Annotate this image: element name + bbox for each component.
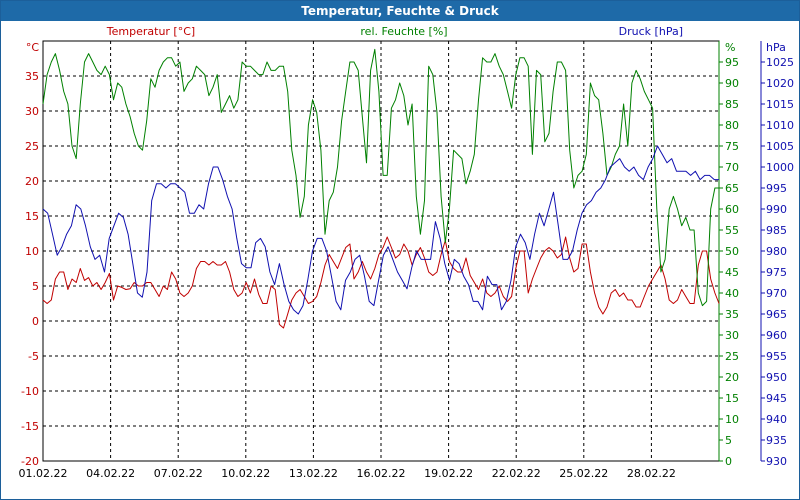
- y-right2-tick-label: 1000: [766, 161, 794, 174]
- x-tick-label: 22.02.22: [492, 467, 541, 480]
- y-left-unit: °C: [26, 41, 40, 54]
- y-right2-tick-label: 965: [766, 308, 787, 321]
- y-left-tick-label: -5: [28, 350, 39, 363]
- y-right1-tick-label: 0: [725, 455, 732, 468]
- y-right1-tick-label: 5: [725, 434, 732, 447]
- y-right1-tick-label: 55: [725, 224, 739, 237]
- y-right1-unit: %: [725, 41, 735, 54]
- y-right1-tick-label: 50: [725, 245, 739, 258]
- y-right2-tick-label: 980: [766, 245, 787, 258]
- y-right2-tick-label: 960: [766, 329, 787, 342]
- y-left-tick-label: -15: [21, 420, 39, 433]
- y-left-tick-label: 5: [32, 280, 39, 293]
- y-right1-axis-label: rel. Feuchte [%]: [360, 25, 447, 38]
- y-right2-tick-label: 995: [766, 182, 787, 195]
- y-left-tick-label: 20: [25, 175, 39, 188]
- x-tick-label: 16.02.22: [357, 467, 406, 480]
- y-right2-tick-label: 1020: [766, 77, 794, 90]
- y-right1-tick-label: 60: [725, 203, 739, 216]
- y-left-tick-label: 15: [25, 210, 39, 223]
- y-right2-tick-label: 935: [766, 434, 787, 447]
- x-tick-label: 10.02.22: [221, 467, 270, 480]
- y-left-tick-label: 25: [25, 140, 39, 153]
- x-tick-label: 04.02.22: [86, 467, 135, 480]
- y-right2-tick-label: 945: [766, 392, 787, 405]
- y-left-tick-label: -20: [21, 455, 39, 468]
- y-right2-tick-label: 1025: [766, 56, 794, 69]
- y-right1-tick-label: 40: [725, 287, 739, 300]
- y-right1-tick-label: 75: [725, 140, 739, 153]
- chart-frame: Temperatur, Feuchte & Druck 01.02.22 04.0…: [0, 0, 800, 500]
- y-right1-tick-label: 90: [725, 77, 739, 90]
- x-tick-label: 19.02.22: [424, 467, 473, 480]
- y-right1-tick-label: 95: [725, 56, 739, 69]
- y-left-axis-label: Temperatur [°C]: [106, 25, 195, 38]
- x-tick-label: 28.02.22: [627, 467, 676, 480]
- y-right2-tick-label: 990: [766, 203, 787, 216]
- y-right1-tick-label: 35: [725, 308, 739, 321]
- y-right2-tick-label: 930: [766, 455, 787, 468]
- y-right2-tick-label: 950: [766, 371, 787, 384]
- y-right2-tick-label: 970: [766, 287, 787, 300]
- x-tick-label: 25.02.22: [559, 467, 608, 480]
- y-right1-tick-label: 80: [725, 119, 739, 132]
- y-right1-tick-label: 25: [725, 350, 739, 363]
- y-right1-tick-label: 85: [725, 98, 739, 111]
- y-right1-tick-label: 10: [725, 413, 739, 426]
- y-right2-tick-label: 940: [766, 413, 787, 426]
- y-right1-tick-label: 45: [725, 266, 739, 279]
- y-right2-tick-label: 985: [766, 224, 787, 237]
- y-right1-tick-label: 65: [725, 182, 739, 195]
- y-right1-tick-label: 30: [725, 329, 739, 342]
- y-right1-tick-label: 15: [725, 392, 739, 405]
- y-right2-tick-label: 955: [766, 350, 787, 363]
- x-tick-label: 07.02.22: [154, 467, 203, 480]
- y-right2-tick-label: 1010: [766, 119, 794, 132]
- y-left-tick-label: 30: [25, 105, 39, 118]
- y-right2-tick-label: 1005: [766, 140, 794, 153]
- y-left-tick-label: -10: [21, 385, 39, 398]
- x-tick-label: 01.02.22: [19, 467, 68, 480]
- y-left-tick-label: 35: [25, 70, 39, 83]
- y-left-tick-label: 10: [25, 245, 39, 258]
- x-tick-label: 13.02.22: [289, 467, 338, 480]
- chart-canvas: 01.02.22 04.02.22 07.02.22 10.02.22 13.02.22…: [19, 25, 794, 480]
- y-right2-unit: hPa: [766, 41, 786, 54]
- y-left-tick-label: 0: [32, 315, 39, 328]
- y-right1-tick-label: 20: [725, 371, 739, 384]
- y-right1-tick-label: 70: [725, 161, 739, 174]
- y-right2-axis-label: Druck [hPa]: [619, 25, 683, 38]
- y-right2-tick-label: 1015: [766, 98, 794, 111]
- y-right2-tick-label: 975: [766, 266, 787, 279]
